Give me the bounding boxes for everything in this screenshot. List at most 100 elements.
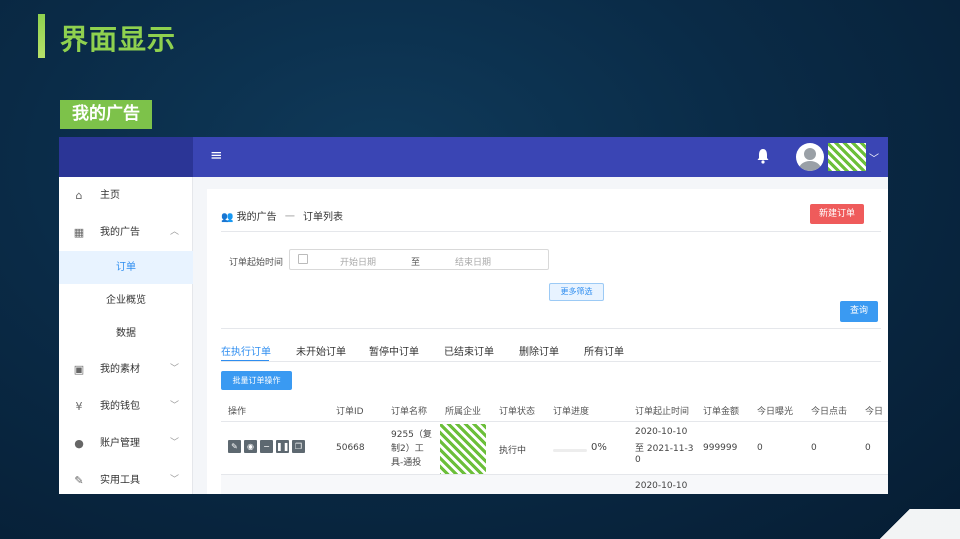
cell-status: 执行中 (499, 446, 527, 456)
sidebar-subitem-orders[interactable]: 订单 (59, 251, 193, 284)
progress-bar (553, 449, 587, 452)
chevron-down-icon: ﹀ (169, 475, 179, 485)
chevron-up-icon: ︿ (169, 227, 179, 237)
column-header: 订单名称 (391, 407, 428, 417)
eye-icon[interactable]: ◉ (244, 440, 257, 453)
column-header: 订单进度 (553, 407, 590, 417)
column-header: 操作 (228, 407, 247, 417)
column-header[interactable]: 今日点击 (811, 404, 847, 417)
breadcrumb: 👥 我的广告 一 订单列表 (221, 208, 343, 223)
tab-all[interactable]: 所有订单 (584, 343, 624, 358)
column-header[interactable]: 订单ID (336, 404, 364, 417)
column-header[interactable]: 今日曝光 (757, 404, 793, 417)
chevron-down-icon[interactable]: ﹀ (869, 150, 879, 165)
avatar-body (799, 161, 821, 171)
cell-date-line: 2020-10-10 (635, 427, 688, 437)
column-header: 所属企业 (445, 407, 482, 417)
table-header: 操作 订单ID 订单名称 所属企业 订单状态 订单进度 订单起止时间 订单金额 … (221, 401, 888, 421)
tab-deleted[interactable]: 删除订单 (519, 343, 559, 358)
tab-paused[interactable]: 暂停中订单 (369, 343, 419, 358)
cell-progress: 0% (591, 442, 607, 453)
sidebar-item-my-ads[interactable]: ▦ 我的广告 ︿ (59, 216, 193, 249)
logo-area (59, 137, 193, 177)
table-row: ✎ ◉ − ❚❚ ❐ 50668 9255（复 制2）工 具-通投 执行中 0%… (221, 422, 888, 494)
sidebar-item-home[interactable]: ⌂ 主页 (59, 179, 193, 212)
cell-order-name-line: 制2）工 (391, 444, 424, 454)
column-header[interactable]: 订单金额 (703, 404, 739, 417)
avatar[interactable] (796, 143, 824, 171)
sidebar-item-account[interactable]: ● 账户管理 ﹀ (59, 427, 193, 460)
cell-clicks: 0 (811, 443, 817, 453)
pause-icon[interactable]: ❚❚ (276, 440, 289, 453)
wrench-icon: ✎ (74, 474, 84, 487)
yen-icon: ¥ (75, 400, 83, 413)
sidebar-subitem-data[interactable]: 数据 (59, 317, 193, 350)
cell-today: 0 (865, 443, 871, 453)
cell-date-line: 2020-10-10 (635, 481, 688, 491)
breadcrumb-current: 订单列表 (303, 212, 344, 223)
avatar-head (804, 148, 816, 160)
sidebar-item-label: 我的钱包 (100, 401, 140, 412)
divider (221, 361, 881, 362)
column-header[interactable]: 订单起止时间 (635, 404, 689, 417)
start-date-placeholder[interactable]: 开始日期 (340, 255, 376, 268)
chevron-down-icon: ﹀ (169, 401, 179, 411)
divider (221, 328, 881, 329)
sidebar-item-label: 实用工具 (100, 475, 140, 486)
sidebar-item-label: 账户管理 (100, 438, 140, 449)
divider (221, 231, 881, 232)
date-filter-label: 订单起始时间 (229, 258, 284, 268)
app-window: ≡ ﹀ ⌂ 主页 ▦ 我的广告 ︿ 订单 企业概览 数据 ▣ 我的素材 ﹀ ¥ … (59, 137, 888, 494)
sidebar-item-my-materials[interactable]: ▣ 我的素材 ﹀ (59, 353, 193, 386)
image-icon: ▣ (73, 363, 85, 376)
main-panel: 👥 我的广告 一 订单列表 新建订单 订单起始时间 开始日期 至 结束日期 更多… (207, 189, 888, 494)
breadcrumb-parent[interactable]: 我的广告 (237, 212, 277, 223)
bell-icon[interactable] (756, 148, 770, 164)
chevron-down-icon: ﹀ (169, 364, 179, 374)
cell-amount: 999999 (703, 443, 738, 453)
sidebar-item-tools[interactable]: ✎ 实用工具 ﹀ (59, 464, 193, 494)
column-header: 订单状态 (499, 407, 536, 417)
more-filters-button[interactable]: 更多筛选 (549, 283, 604, 301)
cell-order-name-line: 具-通投 (391, 458, 422, 468)
query-button[interactable]: 查询 (840, 301, 878, 322)
section-tag: 我的广告 (60, 100, 152, 129)
date-range-input[interactable]: 开始日期 至 结束日期 (289, 249, 549, 270)
tab-ended[interactable]: 已结束订单 (444, 343, 494, 358)
slide-title: 界面显示 (60, 23, 177, 56)
cell-order-id: 50668 (336, 443, 365, 453)
cell-order-name-line: 9255（复 (391, 430, 432, 440)
slide-corner-decoration (830, 509, 960, 539)
title-accent-bar (38, 14, 45, 58)
username-redacted-image[interactable] (828, 143, 866, 171)
hamburger-icon[interactable]: ≡ (210, 148, 223, 163)
tab-running[interactable]: 在执行订单 (221, 343, 271, 358)
minus-icon[interactable]: − (260, 440, 273, 453)
table-row: 2020-10-10 (221, 475, 888, 494)
sidebar-item-label: 我的广告 (100, 227, 140, 238)
batch-operation-button[interactable]: 批量订单操作 (221, 371, 292, 390)
users-icon: 👥 (221, 212, 234, 223)
edit-icon[interactable]: ✎ (228, 440, 241, 453)
column-header[interactable]: 今日 (865, 404, 883, 417)
cell-impressions: 0 (757, 443, 763, 453)
breadcrumb-separator: 一 (284, 212, 295, 223)
sidebar-item-label: 主页 (100, 190, 120, 201)
copy-icon[interactable]: ❐ (292, 440, 305, 453)
sidebar-subitem-company-overview[interactable]: 企业概览 (59, 284, 193, 317)
user-icon: ● (74, 437, 84, 450)
top-navbar: ≡ ﹀ (59, 137, 888, 177)
cell-date-line: 0 (635, 455, 641, 465)
grid-icon: ▦ (73, 226, 85, 239)
order-tabs: 在执行订单 未开始订单 暂停中订单 已结束订单 删除订单 所有订单 (221, 343, 881, 362)
sidebar-item-label: 我的素材 (100, 364, 140, 375)
sidebar: ⌂ 主页 ▦ 我的广告 ︿ 订单 企业概览 数据 ▣ 我的素材 ﹀ ¥ 我的钱包… (59, 177, 193, 494)
new-order-button[interactable]: 新建订单 (810, 204, 864, 224)
tab-not-started[interactable]: 未开始订单 (296, 343, 346, 358)
calendar-icon (298, 254, 308, 264)
sidebar-item-my-wallet[interactable]: ¥ 我的钱包 ﹀ (59, 390, 193, 423)
cell-date-line: 至 2021-11-3 (635, 444, 694, 454)
chevron-down-icon: ﹀ (169, 438, 179, 448)
end-date-placeholder[interactable]: 结束日期 (455, 255, 491, 268)
home-icon: ⌂ (75, 189, 83, 202)
